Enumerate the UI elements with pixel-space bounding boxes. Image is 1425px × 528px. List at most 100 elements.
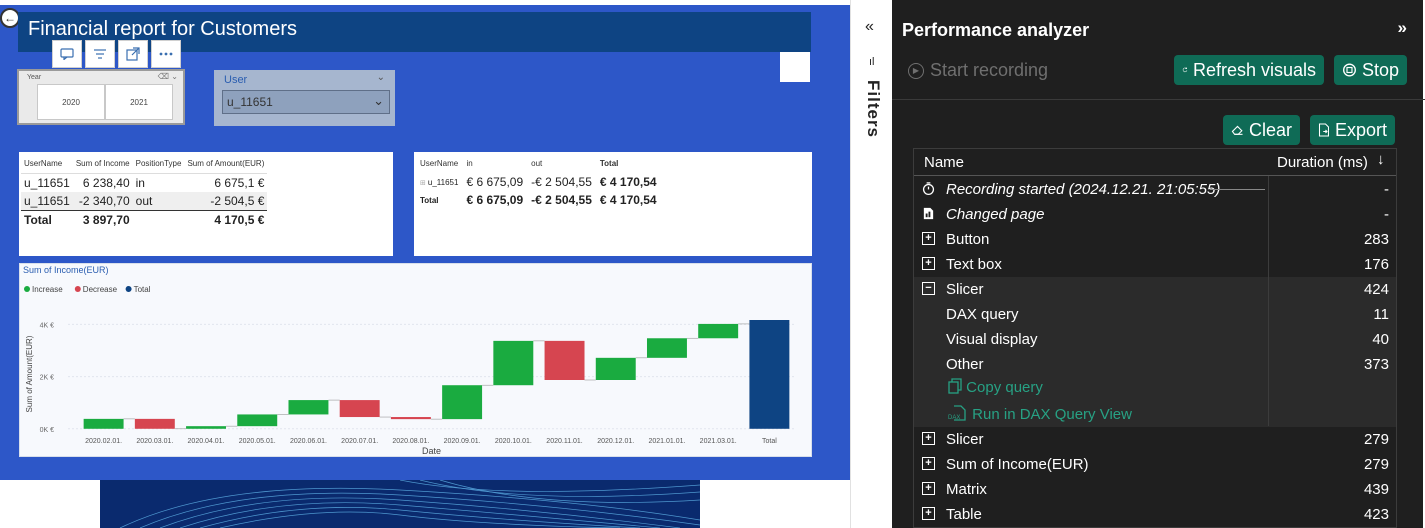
chart-bar[interactable] — [288, 400, 329, 415]
chart-bar[interactable] — [646, 338, 687, 358]
stop-button[interactable]: Stop — [1334, 55, 1407, 85]
expand-icon[interactable]: + — [922, 507, 935, 520]
x-tick-label: 2020.07.01. — [341, 438, 378, 445]
name-column-header[interactable]: Name — [924, 154, 964, 171]
expand-icon[interactable]: + — [922, 257, 935, 270]
chart-bar[interactable] — [749, 320, 790, 429]
column-header[interactable]: Sum of Amount(EUR) — [184, 156, 268, 174]
filter-bars-icon[interactable]: ıl — [869, 56, 875, 68]
column-header[interactable]: UserName — [416, 156, 462, 173]
legend-label: Decrease — [83, 285, 118, 294]
result-row-slicer[interactable]: + Slicer 279 — [914, 427, 1396, 452]
table-cell: € 6 675,09 — [466, 175, 524, 189]
chart-bar[interactable] — [698, 323, 739, 339]
performance-analyzer-pane: Performance analyzer » ▶ Start recording… — [892, 0, 1425, 528]
column-header[interactable]: out — [527, 156, 596, 173]
result-row-text-box[interactable]: + Text box 176 — [914, 252, 1396, 277]
chart-bar[interactable] — [493, 340, 534, 386]
chart-bar[interactable] — [237, 414, 278, 427]
table-row[interactable]: u_11651 6 238,40 in 6 675,1 € — [21, 174, 267, 193]
duration-column-header[interactable]: Duration (ms) — [1277, 154, 1368, 171]
refresh-icon — [1182, 67, 1188, 73]
chart-bar[interactable] — [134, 418, 175, 429]
refresh-visuals-button[interactable]: Refresh visuals — [1174, 55, 1324, 85]
expand-icon[interactable]: + — [922, 482, 935, 495]
row-name: Recording started (2024.12.21. 21:05:55) — [946, 181, 1221, 198]
column-header[interactable]: Sum of Income — [72, 156, 133, 174]
expand-right-icon[interactable]: » — [1398, 18, 1407, 38]
back-arrow-icon[interactable]: ← — [0, 8, 20, 28]
clear-button[interactable]: Clear — [1223, 115, 1300, 145]
row-name: DAX query — [946, 306, 1019, 323]
run-in-dax-query-view-link[interactable]: DAX Run in DAX Query View — [948, 405, 1132, 423]
start-recording-button[interactable]: ▶ Start recording — [908, 60, 1048, 81]
expand-icon[interactable]: ⊞ — [420, 180, 426, 187]
other-row: Other 373 — [914, 352, 1396, 377]
y-tick-label: 0K € — [40, 427, 55, 434]
table-cell: 3 897,70 — [72, 210, 133, 229]
focus-mode-icon[interactable] — [118, 40, 148, 68]
chart-bar[interactable] — [544, 340, 585, 380]
sort-descending-icon[interactable]: ↓ — [1377, 151, 1385, 168]
x-tick-label: 2020.02.01. — [85, 438, 122, 445]
chart-bar[interactable] — [339, 400, 380, 418]
row-name: Changed page — [946, 206, 1045, 223]
income-table-visual: UserName Sum of Income PositionType Sum … — [19, 152, 393, 256]
row-duration: 439 — [1363, 481, 1389, 498]
row-name: Table — [946, 506, 982, 523]
table-total-row: Total € 6 675,09 -€ 2 504,55 € 4 170,54 — [416, 191, 661, 209]
table-cell: ⊞ u_11651 — [416, 173, 462, 191]
row-name: Slicer — [946, 281, 984, 298]
collapse-left-icon[interactable]: « — [865, 18, 874, 36]
collapse-icon[interactable]: − — [922, 282, 935, 295]
table-row[interactable]: ⊞ u_11651 € 6 675,09 -€ 2 504,55 € 4 170,… — [416, 173, 661, 191]
result-row-slicer-expanded[interactable]: − Slicer 424 — [914, 277, 1396, 302]
more-options-icon[interactable] — [151, 40, 181, 68]
expand-icon[interactable]: + — [922, 432, 935, 445]
column-header[interactable]: in — [462, 156, 527, 173]
result-row-matrix[interactable]: + Matrix 439 — [914, 477, 1396, 502]
eraser-icon[interactable]: ⌫ ⌄ — [158, 72, 178, 81]
recording-started-row: Recording started (2024.12.21. 21:05:55)… — [914, 177, 1396, 202]
result-row-button[interactable]: + Button 283 — [914, 227, 1396, 252]
row-name: Matrix — [946, 481, 987, 498]
legend-marker — [125, 286, 132, 292]
column-header[interactable]: PositionType — [132, 156, 185, 174]
result-row-table[interactable]: + Table 423 — [914, 502, 1396, 527]
x-tick-label: Total — [762, 438, 777, 445]
year-option-2021[interactable]: 2021 — [105, 84, 173, 120]
chart-bar[interactable] — [186, 426, 227, 429]
comment-icon[interactable] — [52, 40, 82, 68]
x-tick-label: 2020.04.01. — [188, 438, 225, 445]
table-total-row: Total 3 897,70 4 170,5 € — [21, 210, 268, 229]
row-duration: 373 — [1363, 356, 1389, 373]
wave-lines-decoration — [100, 480, 700, 528]
table-cell: -€ 2 504,55 — [531, 175, 592, 189]
table-cell: € 4 170,54 — [599, 175, 657, 189]
report-canvas: ← Financial report for Customers Year ⌫ … — [0, 0, 850, 528]
table-row[interactable]: u_11651 -2 340,70 out -2 504,5 € — [21, 192, 268, 211]
chart-bar[interactable] — [390, 417, 431, 420]
chart-bar[interactable] — [442, 385, 483, 420]
chevron-down-icon[interactable]: ⌄ — [377, 72, 385, 83]
column-header[interactable]: UserName — [21, 156, 73, 174]
filters-label[interactable]: Filters — [863, 80, 883, 138]
page-icon — [923, 207, 934, 220]
clear-label: Clear — [1248, 119, 1292, 140]
table-cell: € 4 170,54 — [599, 193, 657, 207]
column-header[interactable]: Total — [596, 156, 661, 173]
filter-icon[interactable] — [85, 40, 115, 68]
user-slicer: User ⌄ u_11651 ⌄ — [214, 70, 395, 126]
result-row-sum-of-income[interactable]: + Sum of Income(EUR) 279 — [914, 452, 1396, 477]
copy-query-link[interactable]: Copy query — [948, 378, 1043, 396]
export-button[interactable]: Export — [1310, 115, 1395, 145]
year-option-2020[interactable]: 2020 — [37, 84, 105, 120]
export-label: Export — [1334, 119, 1387, 140]
chart-bar[interactable] — [83, 418, 124, 429]
waterfall-chart: Sum of Income(EUR) Increase Decrease Total 0… — [23, 265, 795, 456]
chart-bar[interactable] — [595, 357, 636, 380]
expand-icon[interactable]: + — [922, 457, 935, 470]
expand-icon[interactable]: + — [922, 232, 935, 245]
table-cell: in — [135, 176, 145, 190]
user-dropdown[interactable]: u_11651 ⌄ — [222, 90, 390, 114]
